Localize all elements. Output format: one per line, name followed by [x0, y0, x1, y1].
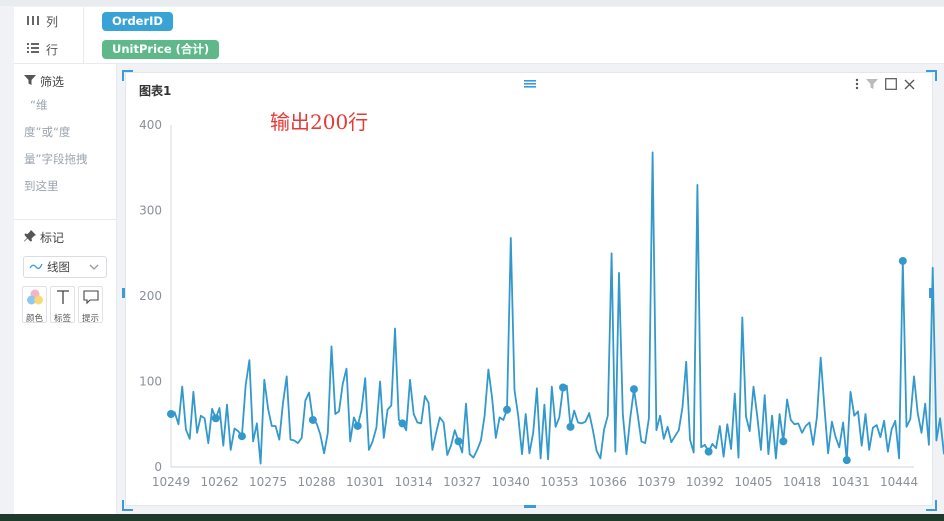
y-tick-label: 100 [139, 375, 162, 389]
data-point-marker [779, 437, 788, 446]
x-tick-label: 10249 [152, 475, 190, 489]
data-point-marker [898, 256, 907, 265]
x-tick-label: 10288 [298, 475, 336, 489]
x-tick-label: 10379 [637, 475, 675, 489]
data-point-marker [842, 456, 851, 465]
x-tick-label: 10340 [492, 475, 530, 489]
data-point-marker [211, 414, 220, 423]
y-tick-label: 300 [139, 204, 162, 218]
data-point-marker [353, 421, 362, 430]
x-tick-label: 10392 [686, 475, 724, 489]
x-tick-label: 10327 [443, 475, 481, 489]
x-tick-label: 10444 [880, 475, 918, 489]
data-point-marker [454, 437, 463, 446]
x-tick-label: 10314 [395, 475, 433, 489]
x-tick-label: 10366 [589, 475, 627, 489]
data-point-marker [308, 415, 317, 424]
x-tick-label: 10418 [783, 475, 821, 489]
y-tick-label: 0 [154, 460, 162, 474]
line-chart: 0 100 200 300 400 10249 10262 10275 10288 10301 10… [139, 118, 944, 489]
x-tick-label: 10301 [346, 475, 384, 489]
x-tick-label: 10431 [831, 475, 869, 489]
x-tick-label: 10275 [249, 475, 287, 489]
data-point-marker [398, 419, 407, 428]
data-point-marker [566, 422, 575, 431]
data-point-marker [167, 409, 175, 418]
series-line [170, 151, 944, 465]
data-point-marker [559, 383, 568, 392]
x-tick-label: 10262 [200, 475, 238, 489]
taskbar-strip [0, 514, 944, 521]
x-tick-label: 10353 [540, 475, 578, 489]
y-tick-label: 400 [139, 118, 162, 132]
data-point-marker [503, 405, 512, 414]
data-point-marker [629, 385, 638, 394]
x-tick-label: 10405 [734, 475, 772, 489]
data-point-marker [237, 432, 246, 441]
y-tick-label: 200 [139, 289, 162, 303]
data-point-marker [704, 447, 713, 456]
